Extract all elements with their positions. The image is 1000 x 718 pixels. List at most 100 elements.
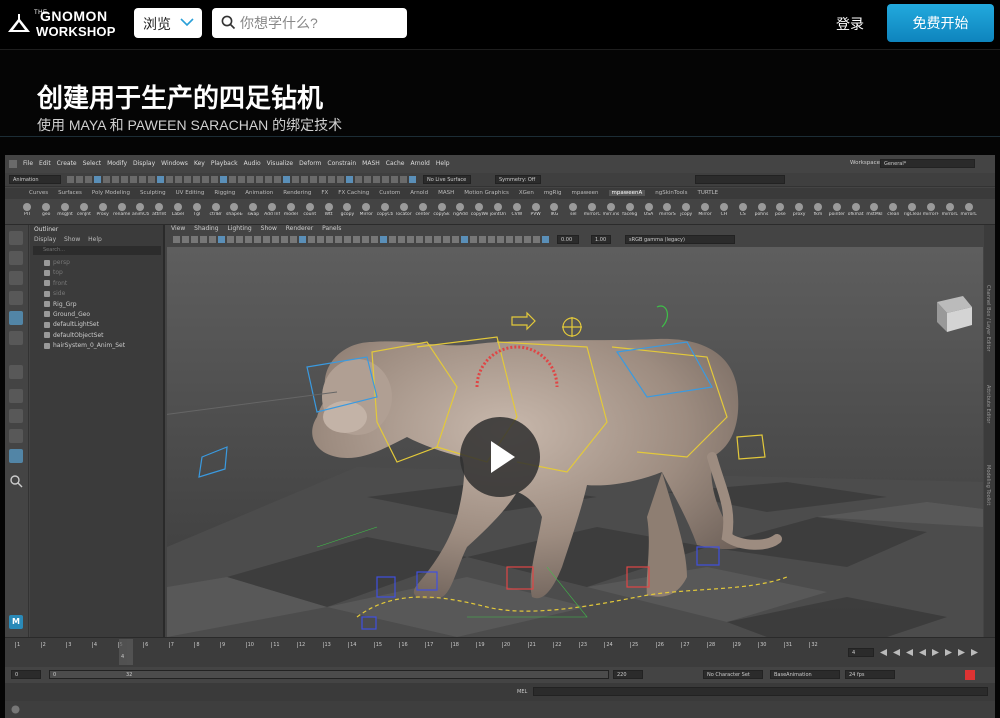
shelf-button[interactable]: msgJnt bbox=[57, 201, 74, 223]
course-video-player[interactable]: File Edit Create Select Modify Display Windows… bbox=[5, 155, 995, 718]
first-frame-icon[interactable] bbox=[880, 649, 887, 656]
outliner-menu-show[interactable]: Show bbox=[64, 236, 80, 243]
maya-menu-item[interactable]: Arnold bbox=[410, 160, 429, 167]
status-line-icon[interactable] bbox=[373, 176, 380, 183]
panel-toolbar-icon[interactable] bbox=[461, 236, 468, 243]
shelf-button[interactable]: mstMkl bbox=[866, 201, 883, 223]
shelf-tab[interactable]: mpaweenA bbox=[608, 190, 646, 196]
shelf-tab[interactable]: MASH bbox=[438, 190, 454, 196]
panel-toolbar-icon[interactable] bbox=[326, 236, 333, 243]
shelf-button[interactable]: model bbox=[283, 201, 300, 223]
maya-menu-item[interactable]: Key bbox=[194, 160, 205, 167]
shelf-button[interactable]: geo bbox=[38, 201, 55, 223]
shelf-button[interactable]: mirr.ins bbox=[603, 201, 620, 223]
help-icon[interactable] bbox=[11, 705, 20, 714]
outliner-item[interactable]: Ground_Geo bbox=[44, 310, 162, 320]
shelf-tab[interactable]: Poly Modeling bbox=[92, 190, 130, 196]
shelf-button[interactable]: Wtt bbox=[320, 201, 337, 223]
outliner-item[interactable]: persp bbox=[44, 258, 162, 268]
channel-box-tab[interactable]: Channel Box / Layer Editor bbox=[985, 285, 991, 352]
paint-tool-icon[interactable] bbox=[9, 271, 23, 285]
layout-single-icon[interactable] bbox=[9, 365, 23, 379]
status-line-input[interactable] bbox=[695, 175, 785, 184]
status-line-icon[interactable] bbox=[238, 176, 245, 183]
outliner-item[interactable]: defaultLightSet bbox=[44, 320, 162, 330]
shelf-button[interactable]: USA bbox=[640, 201, 657, 223]
panel-toolbar-icon[interactable] bbox=[470, 236, 477, 243]
status-line-icon[interactable] bbox=[409, 176, 416, 183]
status-line-icon[interactable] bbox=[364, 176, 371, 183]
shelf-button[interactable]: CH bbox=[715, 201, 732, 223]
shelf-button[interactable]: rename bbox=[113, 201, 130, 223]
status-line-icon[interactable] bbox=[175, 176, 182, 183]
maya-menu-item[interactable]: Help bbox=[436, 160, 450, 167]
workspace-select[interactable]: General* bbox=[880, 159, 975, 168]
shelf-button[interactable]: PVW bbox=[527, 201, 544, 223]
scale-tool-icon[interactable] bbox=[9, 331, 23, 345]
status-line-icon[interactable] bbox=[337, 176, 344, 183]
menuset-select[interactable]: Animation bbox=[9, 175, 61, 184]
panel-toolbar-icon[interactable] bbox=[407, 236, 414, 243]
shelf-button[interactable]: Add Inf bbox=[264, 201, 281, 223]
search-tool-icon[interactable] bbox=[9, 473, 23, 488]
next-frame-icon[interactable] bbox=[945, 649, 952, 656]
panel-toolbar-icon[interactable] bbox=[191, 236, 198, 243]
current-frame-marker[interactable]: 4 bbox=[119, 639, 133, 665]
shelf-button[interactable]: mirrorC bbox=[584, 201, 601, 223]
maya-menu-item[interactable]: Create bbox=[57, 160, 77, 167]
panel-toolbar-icon[interactable] bbox=[380, 236, 387, 243]
panel-toolbar-icon[interactable] bbox=[515, 236, 522, 243]
status-line-icon[interactable] bbox=[148, 176, 155, 183]
play-forward-icon[interactable] bbox=[932, 649, 939, 656]
shelf-button[interactable]: pointer bbox=[828, 201, 845, 223]
panel-toolbar-icon[interactable] bbox=[452, 236, 459, 243]
character-set-select[interactable]: No Character Set bbox=[703, 670, 763, 679]
panel-toolbar-icon[interactable] bbox=[335, 236, 342, 243]
shelf-button[interactable]: locator bbox=[395, 201, 412, 223]
shelf-button[interactable]: jcopy bbox=[678, 201, 695, 223]
shelf-button[interactable]: IKG bbox=[546, 201, 563, 223]
next-key-icon[interactable] bbox=[958, 649, 965, 656]
shelf-tab[interactable]: XGen bbox=[519, 190, 534, 196]
status-line-icon[interactable] bbox=[220, 176, 227, 183]
panel-menu-renderer[interactable]: Renderer bbox=[286, 225, 313, 232]
status-line-icon[interactable] bbox=[130, 176, 137, 183]
mel-input[interactable] bbox=[533, 687, 988, 696]
shelf-button[interactable]: jointOri bbox=[490, 201, 507, 223]
status-line-icon[interactable] bbox=[67, 176, 74, 183]
maya-menu-item[interactable]: Select bbox=[83, 160, 102, 167]
video-play-button[interactable] bbox=[460, 417, 540, 497]
status-line-icon[interactable] bbox=[256, 176, 263, 183]
panel-toolbar-icon[interactable] bbox=[524, 236, 531, 243]
shelf-button[interactable]: fkm bbox=[810, 201, 827, 223]
maya-menu-item[interactable]: Windows bbox=[161, 160, 188, 167]
panel-toolbar-icon[interactable] bbox=[236, 236, 243, 243]
shelf-tab[interactable]: Curves bbox=[29, 190, 48, 196]
maya-menu-item[interactable]: Cache bbox=[386, 160, 405, 167]
shelf-button[interactable]: rigAdd bbox=[452, 201, 469, 223]
panel-toolbar-icon[interactable] bbox=[533, 236, 540, 243]
shelf-button[interactable]: count bbox=[301, 201, 318, 223]
shelf-tab[interactable]: mgRig bbox=[544, 190, 562, 196]
layout-persp-icon[interactable] bbox=[9, 449, 23, 463]
shelf-button[interactable]: mirrorF bbox=[923, 201, 940, 223]
shelf-tab[interactable]: UV Editing bbox=[176, 190, 205, 196]
shelf-button[interactable]: mirrorL bbox=[960, 201, 977, 223]
shelf-button[interactable]: mirrorS bbox=[659, 201, 676, 223]
shelf-button[interactable]: CVW bbox=[508, 201, 525, 223]
shelf-tab[interactable]: Animation bbox=[245, 190, 273, 196]
status-line-icon[interactable] bbox=[103, 176, 110, 183]
colorspace-select[interactable]: sRGB gamma (legacy) bbox=[625, 235, 735, 244]
outliner-item[interactable]: Rig_Grp bbox=[44, 300, 162, 310]
attribute-editor-tab[interactable]: Attribute Editor bbox=[985, 385, 991, 423]
status-line-icon[interactable] bbox=[184, 176, 191, 183]
shelf-tab[interactable]: mpaween bbox=[572, 190, 599, 196]
panel-toolbar-icon[interactable] bbox=[308, 236, 315, 243]
shelf-button[interactable]: clean bbox=[885, 201, 902, 223]
maya-menu-item[interactable]: Modify bbox=[107, 160, 127, 167]
auto-key-icon[interactable] bbox=[965, 670, 975, 680]
layout-four-icon[interactable] bbox=[9, 389, 23, 403]
status-line-icon[interactable] bbox=[346, 176, 353, 183]
status-line-icon[interactable] bbox=[76, 176, 83, 183]
panel-toolbar-icon[interactable] bbox=[254, 236, 261, 243]
